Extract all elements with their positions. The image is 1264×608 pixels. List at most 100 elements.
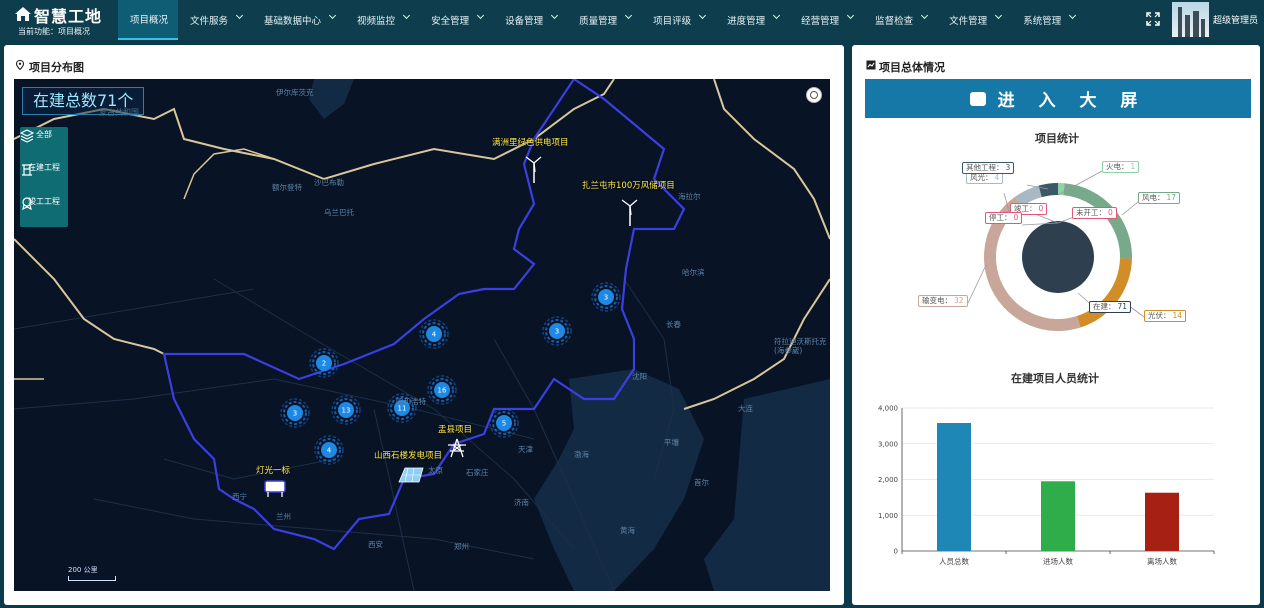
cluster-marker[interactable]: 3 (542, 316, 572, 346)
brand[interactable]: 智慧工地 当前功能：项目概况 (10, 2, 118, 38)
cluster-marker[interactable]: 13 (331, 395, 361, 425)
nav-item-system[interactable]: 系统管理 (1011, 0, 1085, 40)
avatar[interactable] (1172, 2, 1209, 37)
place-label: 渤海 (574, 450, 589, 459)
cluster-marker[interactable]: 4 (419, 319, 449, 349)
fullscreen-icon[interactable] (1146, 12, 1160, 26)
home-icon (15, 7, 31, 21)
cluster-count: 2 (322, 360, 326, 368)
bar[interactable] (1145, 492, 1179, 551)
y-tick-label: 2,000 (878, 476, 898, 484)
pie-slice-inner[interactable] (1022, 221, 1094, 293)
map-scale-label: 200 公里 (68, 566, 98, 574)
chart-square-icon (866, 60, 876, 70)
nav-item-quality[interactable]: 质量管理 (567, 0, 641, 40)
place-label: 石家庄 (466, 468, 489, 477)
app-title: 智慧工地 (34, 7, 103, 26)
y-tick-label: 4,000 (878, 405, 898, 413)
map-canvas[interactable]: 3342161113354 (14, 79, 830, 591)
nav-item-overview[interactable]: 项目概况 (118, 0, 179, 40)
nav-item-inspection[interactable]: 监督检查 (863, 0, 937, 40)
bar-svg: 0 1,000 2,000 3,000 4,000 人员总数 进场人数 离场人数 (878, 405, 1215, 566)
place-label: 大连 (738, 404, 753, 413)
international-border (14, 79, 830, 410)
nav-item-business[interactable]: 经营管理 (789, 0, 863, 40)
current-function-value: 项目概况 (58, 27, 90, 36)
pie-label: 火电： 1 (1102, 161, 1140, 173)
sea-bohai (534, 369, 704, 591)
nav-item-base-data[interactable]: 基础数据中心 (252, 0, 345, 40)
map-scale: 200 公里 (68, 565, 116, 581)
country-label: 蒙古共和国 (99, 108, 139, 117)
pie-label-name: 风光： (970, 173, 993, 182)
cluster-marker[interactable]: 5 (489, 408, 519, 438)
compass-button[interactable] (806, 87, 822, 103)
pie-label-name: 未开工： (1076, 208, 1106, 217)
project-label[interactable]: 满洲里绿色供电项目 (492, 136, 569, 148)
cluster-marker[interactable]: 2 (309, 348, 339, 378)
pie-label-value: 71 (1117, 302, 1128, 311)
layers-icon (20, 129, 34, 143)
pie-label-value: 3 (1005, 163, 1011, 172)
pie-label-name: 风电： (1142, 193, 1165, 202)
place-label: 沈阳 (632, 372, 647, 381)
chevron-down-icon (329, 11, 337, 19)
project-map[interactable]: 3 3 4 2 16 11 13 3 5 4 乌兰巴托 哈尔滨 长春 沈阳 天津… (14, 79, 830, 591)
nav-item-safety[interactable]: 安全管理 (419, 0, 493, 40)
chevron-down-icon (477, 11, 485, 19)
pie-slice-outer[interactable] (1038, 183, 1058, 198)
nav-item-progress[interactable]: 进度管理 (715, 0, 789, 40)
bar[interactable] (1041, 481, 1075, 551)
cluster-count: 16 (438, 387, 447, 395)
place-label: 济南 (514, 498, 529, 507)
pie-label: 风电： 17 (1138, 192, 1181, 204)
compass-icon (810, 91, 818, 99)
nav-item-label: 文件管理 (949, 16, 988, 27)
project-label[interactable]: 山西石楼发电项目 (374, 449, 442, 461)
nav-item-label: 监督检查 (875, 16, 914, 27)
light-panel-icon[interactable] (264, 480, 286, 497)
user-name[interactable]: 超级管理员 (1213, 13, 1258, 26)
bar[interactable] (937, 423, 971, 551)
pie-label-line (1121, 201, 1139, 216)
pie-label-line (1034, 213, 1059, 224)
pie-label-name: 停工： (989, 213, 1012, 222)
layer-building-button[interactable]: 在建工程 (20, 162, 68, 176)
nav-item-label: 文件服务 (190, 16, 229, 27)
project-label[interactable]: 扎兰屯市100万风储项目 (582, 179, 675, 191)
medal-icon (22, 197, 32, 210)
nav-item-file-management[interactable]: 文件管理 (937, 0, 1011, 40)
layer-all-button[interactable]: 全部 (20, 129, 68, 143)
cluster-count: 3 (555, 328, 559, 336)
layer-done-button[interactable]: 竣工工程 (20, 196, 68, 210)
staff-bar-chart: 0 1,000 2,000 3,000 4,000 人员总数 进场人数 离场人数 (852, 395, 1260, 575)
main-menu: 项目概况 文件服务 基础数据中心 视频监控 安全管理 设备管理 质量管理 项目评级 进度管理 经营… (118, 0, 1085, 40)
cluster-marker[interactable]: 3 (280, 398, 310, 428)
enter-big-screen-button[interactable]: 进 入 大 屏 (865, 79, 1251, 118)
cluster-marker[interactable]: 16 (427, 375, 457, 405)
y-tick-label: 3,000 (878, 440, 898, 448)
pie-label-value: 17 (1166, 193, 1177, 202)
place-label: 平壤 (664, 438, 679, 447)
project-label[interactable]: 盂县项目 (438, 423, 472, 435)
cluster-marker[interactable]: 3 (591, 282, 621, 312)
place-label: 首尔 (694, 478, 709, 487)
nav-item-rating[interactable]: 项目评级 (641, 0, 715, 40)
place-label: 兰州 (276, 512, 291, 521)
nav-item-file-service[interactable]: 文件服务 (178, 0, 252, 40)
wind-turbine-icon[interactable] (621, 199, 638, 226)
cluster-count: 4 (327, 447, 332, 455)
x-tick-label: 离场人数 (1147, 556, 1177, 566)
solar-panel-icon[interactable] (398, 467, 424, 483)
nav-item-video[interactable]: 视频监控 (345, 0, 419, 40)
nav-item-label: 项目概况 (130, 15, 169, 26)
place-label: 沙巴布勒 (314, 178, 344, 187)
top-navigation-bar: 智慧工地 当前功能：项目概况 项目概况 文件服务 基础数据中心 视频监控 安全管理 设备管… (0, 0, 1264, 40)
place-label: 哈尔滨 (682, 268, 705, 277)
nav-item-equipment[interactable]: 设备管理 (493, 0, 567, 40)
place-label: 西宁 (232, 492, 247, 501)
place-label: 黄海 (620, 526, 635, 535)
project-label[interactable]: 灯光一标 (256, 464, 290, 476)
nav-item-label: 系统管理 (1023, 16, 1062, 27)
place-label: 乌兰巴托 (324, 208, 354, 217)
